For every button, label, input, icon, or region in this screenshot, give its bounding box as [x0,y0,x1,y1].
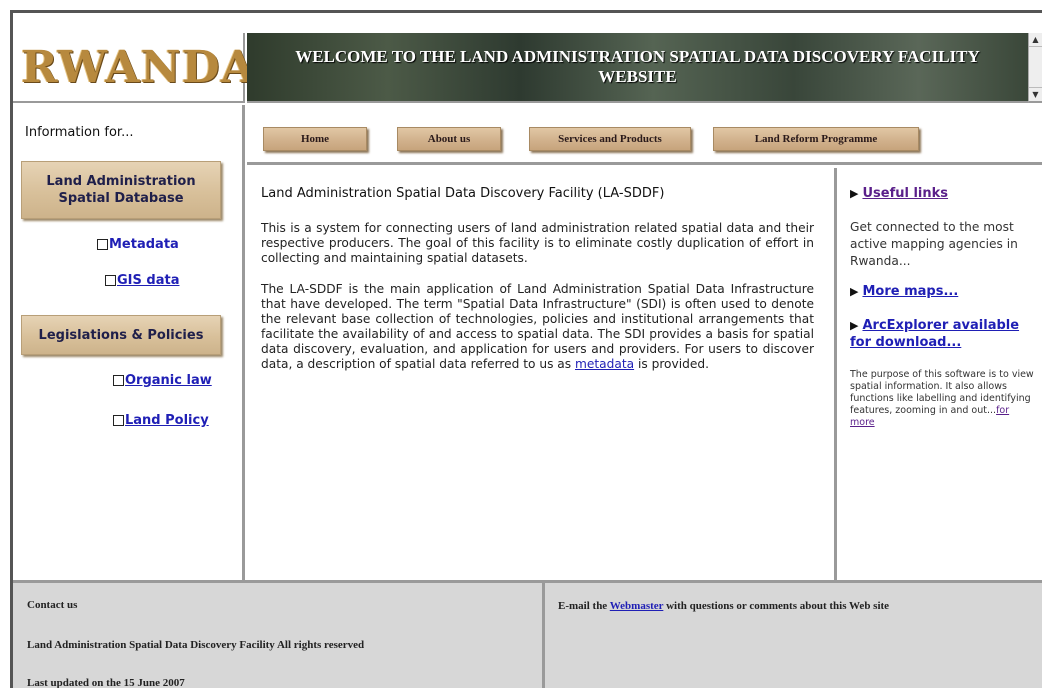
arrow-right-icon: ▶ [850,285,859,298]
footer-right: E-mail the Webmaster with questions or c… [548,583,1042,688]
nav-home-button[interactable]: Home [263,127,367,151]
email-after-text: with questions or comments about this We… [666,600,890,612]
land-policy-link[interactable]: Land Policy [113,413,209,428]
top-nav: Home About us Services and Products Land… [247,105,1042,165]
gis-data-link-label: GIS data [117,273,180,288]
arcexplorer-description: The purpose of this software is to view … [850,369,1034,429]
connect-text: Get connected to the most active mapping… [850,220,1018,268]
legislations-policies-button[interactable]: Legislations & Policies [21,315,221,355]
sdi-paragraph: The LA-SDDF is the main application of L… [261,282,814,372]
nav-land-reform-button[interactable]: Land Reform Programme [713,127,919,151]
land-policy-link-label: Land Policy [125,413,209,428]
more-maps-link[interactable]: ▶ More maps... [850,284,1034,299]
main-content: Land Administration Spatial Data Discove… [247,168,837,580]
checkbox-icon [113,375,124,386]
useful-links-label: Useful links [862,186,949,201]
checkbox-icon [113,415,124,426]
email-message: E-mail the Webmaster with questions or c… [558,600,889,612]
last-updated-text: Last updated on the 15 June 2007 [27,677,185,688]
checkbox-icon [105,275,116,286]
sidebar-heading: Information for... [25,125,134,140]
sdi-text: The LA-SDDF is the main application of L… [261,282,814,371]
arrow-right-icon: ▶ [850,319,859,332]
useful-links-link[interactable]: ▶ Useful links [850,186,1034,201]
metadata-link[interactable]: Metadata [97,237,179,252]
rwanda-logo: RWANDA [21,41,256,93]
top-strip [13,13,1042,33]
logo-cell: RWANDA [13,33,255,103]
gis-data-link[interactable]: GIS data [105,273,179,288]
nav-services-button[interactable]: Services and Products [529,127,691,151]
metadata-link-label: Metadata [109,237,179,252]
sidebar: Information for... Land Administration S… [13,105,245,580]
arcexplorer-link[interactable]: ▶ ArcExplorer available for download... [850,317,1034,351]
lasd-button[interactable]: Land Administration Spatial Database [21,161,221,219]
page-frame: RWANDA WELCOME TO THE LAND ADMINISTRATIO… [10,10,1042,688]
organic-law-link-label: Organic law [125,373,212,388]
arrow-right-icon: ▶ [850,187,859,200]
nav-about-button[interactable]: About us [397,127,501,151]
banner-title: WELCOME TO THE LAND ADMINISTRATION SPATI… [295,47,980,86]
scroll-down-icon[interactable]: ▼ [1029,87,1042,101]
page-title: Land Administration Spatial Data Discove… [261,186,665,201]
more-maps-label: More maps... [862,284,959,299]
welcome-banner: WELCOME TO THE LAND ADMINISTRATION SPATI… [247,33,1028,103]
email-before-text: E-mail the [558,600,608,612]
webmaster-link[interactable]: Webmaster [610,600,664,612]
sdi-text-end: is provided. [637,357,709,371]
right-column: ▶ Useful links Get connected to the most … [840,168,1042,580]
metadata-inline-link[interactable]: metadata [575,357,634,371]
footer-left: Contact us Land Administration Spatial D… [13,583,545,688]
footer: Contact us Land Administration Spatial D… [13,580,1042,688]
contact-us-link[interactable]: Contact us [27,599,77,611]
rights-text: Land Administration Spatial Data Discove… [27,639,365,651]
arcexplorer-label: ArcExplorer available for download... [850,318,1020,350]
intro-paragraph: This is a system for connecting users of… [261,221,814,265]
scroll-up-icon[interactable]: ▲ [1029,33,1042,47]
organic-law-link[interactable]: Organic law [113,373,212,388]
banner-scrollbar[interactable]: ▲ ▼ [1028,33,1042,103]
checkbox-icon [97,239,108,250]
